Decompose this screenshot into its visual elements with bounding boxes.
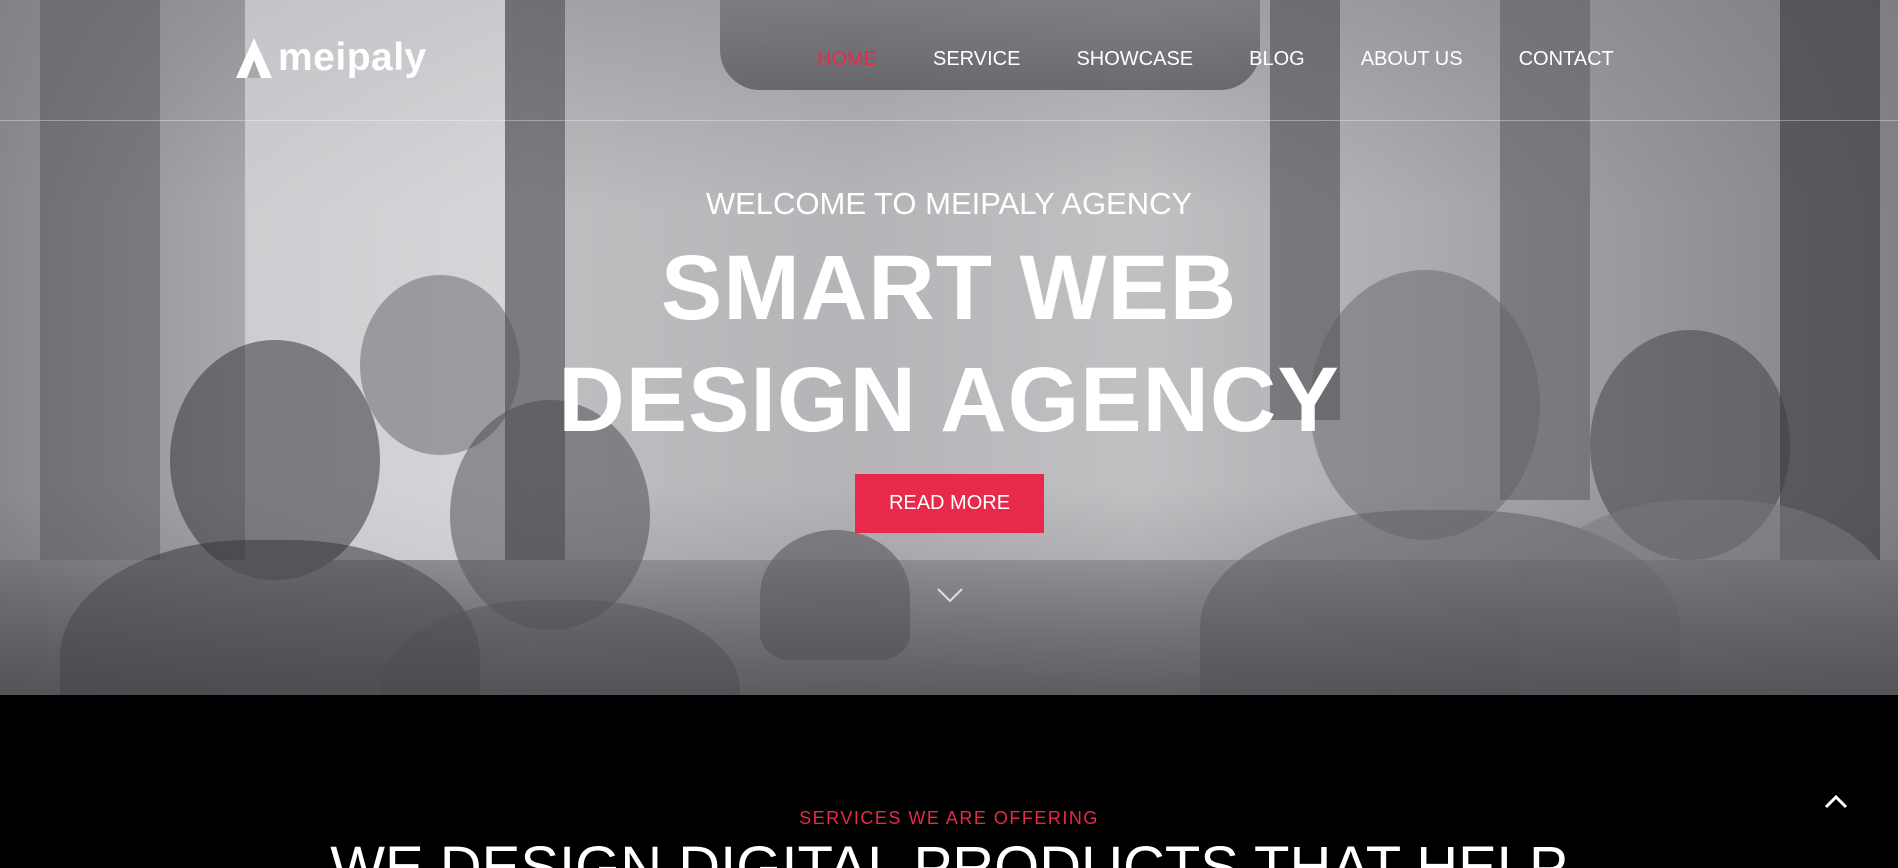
services-title: WE DESIGN DIGITAL PRODUCTS THAT HELP — [330, 835, 1568, 868]
site-header: meipaly HOME SERVICE SHOWCASE BLOG ABOUT… — [0, 0, 1898, 121]
chevron-up-icon[interactable] — [1822, 792, 1850, 812]
page: meipaly HOME SERVICE SHOWCASE BLOG ABOUT… — [0, 0, 1898, 868]
hero-headline-line-2: DESIGN AGENCY — [558, 349, 1340, 451]
nav-item-showcase[interactable]: SHOWCASE — [1076, 47, 1193, 71]
read-more-button[interactable]: READ MORE — [855, 474, 1044, 533]
hero-headline: SMART WEB DESIGN AGENCY — [0, 232, 1898, 456]
services-kicker: SERVICES WE ARE OFFERING — [799, 808, 1099, 828]
nav-item-contact[interactable]: CONTACT — [1519, 47, 1614, 71]
hero-headline-line-1: SMART WEB — [660, 237, 1238, 339]
triangle-logo-icon — [236, 38, 272, 78]
background-table — [0, 560, 1898, 695]
logo[interactable]: meipaly — [234, 36, 427, 80]
logo-text: meipaly — [278, 36, 427, 79]
main-nav: HOME SERVICE SHOWCASE BLOG ABOUT US CONT… — [817, 47, 1670, 71]
services-section: SERVICES WE ARE OFFERING WE DESIGN DIGIT… — [0, 695, 1898, 868]
nav-item-service[interactable]: SERVICE — [933, 47, 1020, 71]
nav-item-home[interactable]: HOME — [817, 47, 877, 71]
nav-item-about-us[interactable]: ABOUT US — [1361, 47, 1463, 71]
nav-item-blog[interactable]: BLOG — [1249, 47, 1305, 71]
hero-subtitle: WELCOME TO MEIPALY AGENCY — [705, 186, 1193, 221]
chevron-down-icon[interactable] — [935, 584, 965, 606]
